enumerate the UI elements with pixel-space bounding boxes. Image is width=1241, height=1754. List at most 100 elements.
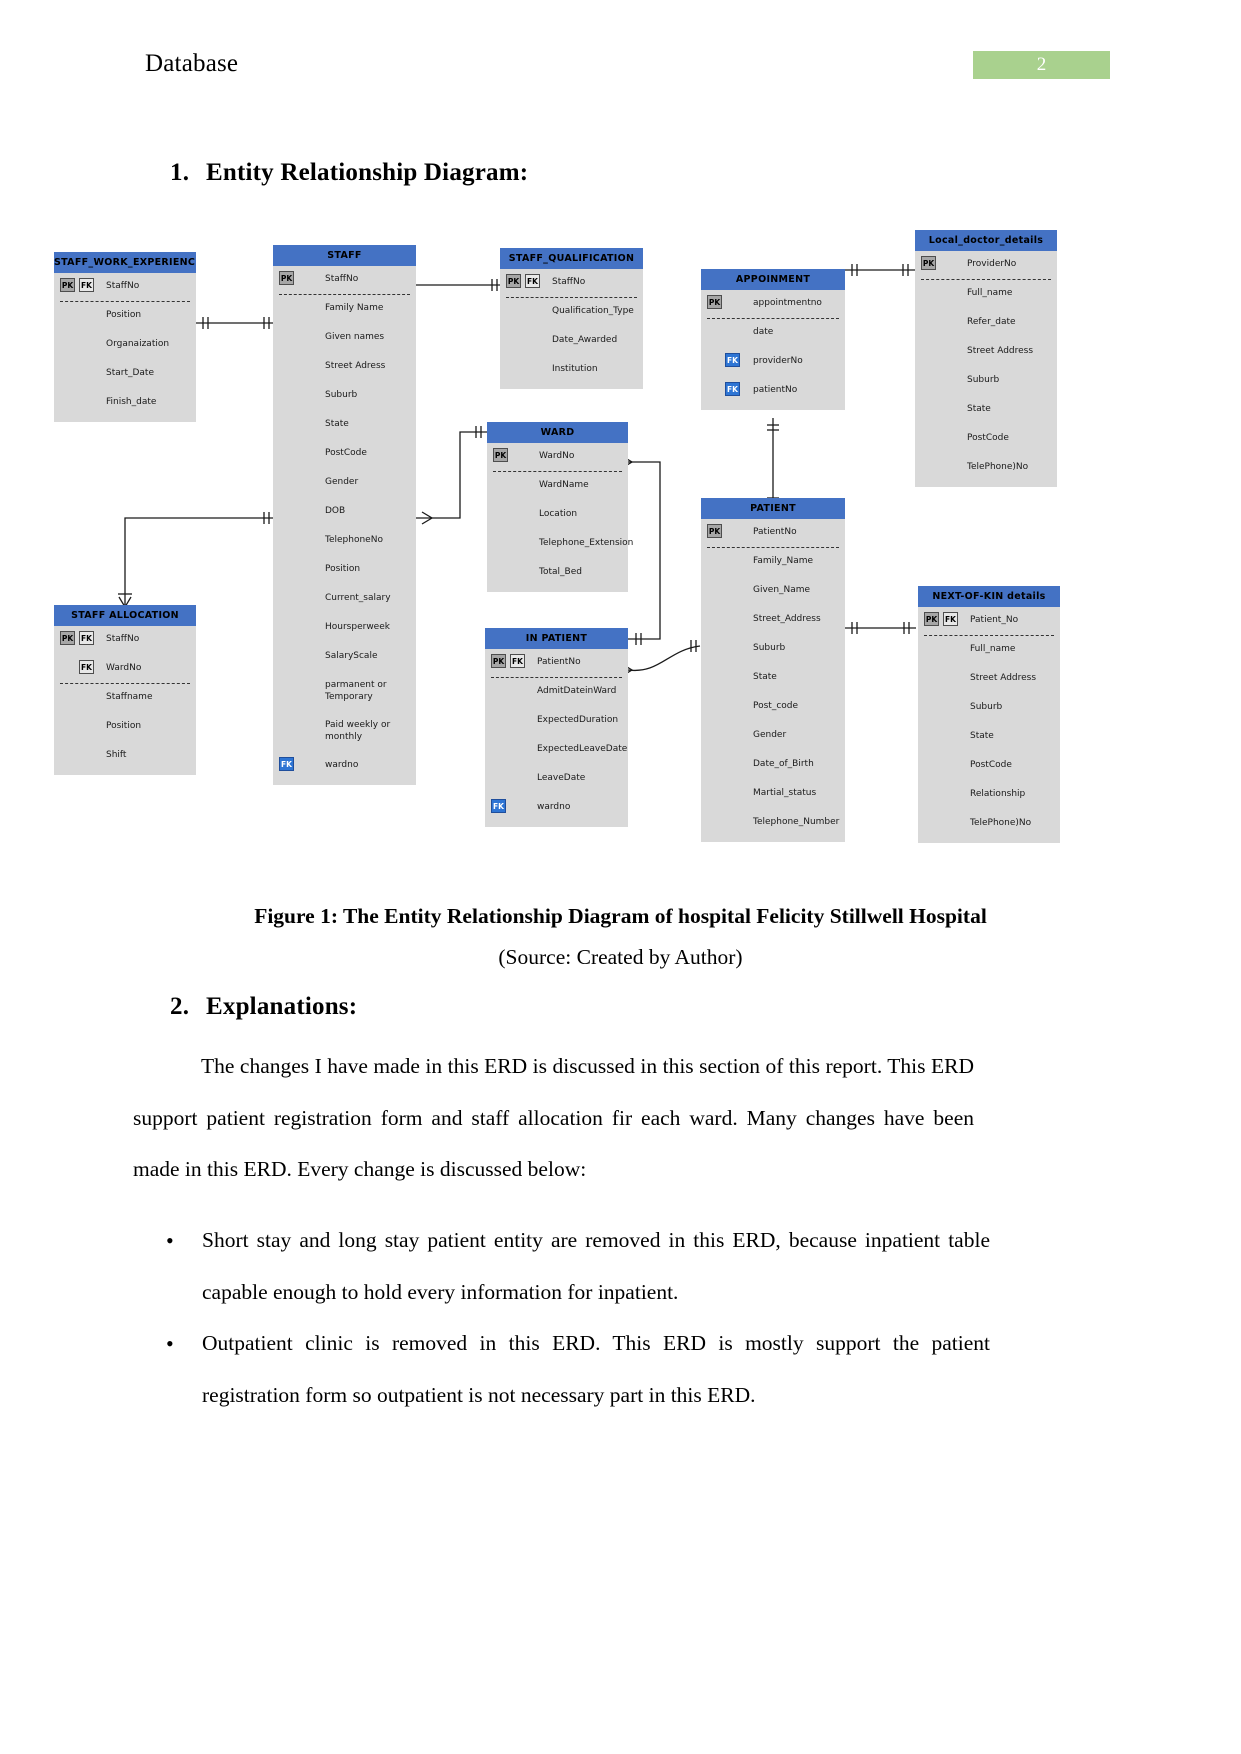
attribute-name: Given_Name [753,585,811,595]
key-badges: FK [725,353,740,367]
entity-title: APPOINMENT [701,269,845,290]
entity-local-doctor-details[interactable]: Local_doctor_details PK ProviderNo Full_… [915,230,1057,487]
attribute-name: TelephoneNo [325,535,383,545]
attribute-name: Finish_date [106,397,157,407]
attribute-row: Institution [500,356,643,385]
attribute-row: Given_Name [701,577,845,606]
attribute-name: TelePhone)No [967,462,1029,472]
attribute-row: PostCode [915,425,1057,454]
entity-staff-work-experience[interactable]: STAFF_WORK_EXPERIENCE PK FK StaffNo Posit… [54,252,196,422]
entity-attributes: PK StaffNo Family Name Given names Stree… [273,266,416,785]
attribute-row: Qualification_Type [500,298,643,327]
entity-title: PATIENT [701,498,845,519]
attribute-name: parmanent or Temporary [325,680,387,702]
entity-staff-qualification[interactable]: STAFF_QUALIFICATION PK FK StaffNo Qualifi… [500,248,643,389]
attribute-row: FK WardNo [54,655,196,684]
attribute-row: Finish_date [54,389,196,418]
pk-badge: PK [506,274,521,288]
attribute-row: Full_name [918,636,1060,665]
attribute-name: Full_name [970,644,1016,654]
entity-next-of-kin-details[interactable]: NEXT-OF-KIN details PK FK Patient_No Full… [918,586,1060,843]
attribute-row: Gender [273,469,416,498]
attribute-row: FK patientNo [701,377,845,406]
key-badges: PK FK [60,631,94,645]
attribute-name: Start_Date [106,368,154,378]
attribute-name: Current_salary [325,593,391,603]
figure-caption: Figure 1: The Entity Relationship Diagra… [254,904,987,928]
attribute-name: Position [106,310,142,320]
entity-patient[interactable]: PATIENT PK PatientNo Family_Name Given_N… [701,498,845,842]
entity-appoinment[interactable]: APPOINMENT PK appointmentno date FK prov… [701,269,845,410]
entity-staff[interactable]: STAFF PK StaffNo Family Name Given names… [273,245,416,785]
attribute-name: Relationship [970,789,1026,799]
fk-badge: FK [510,654,525,668]
attribute-row: Martial_status [701,780,845,809]
attribute-row: Gender [701,722,845,751]
pk-badge: PK [491,654,506,668]
list-item: Outpatient clinic is removed in this ERD… [150,1318,990,1421]
attribute-name: Institution [552,364,598,374]
entity-staff-allocation[interactable]: STAFF ALLOCATION PK FK StaffNo FK WardNo … [54,605,196,775]
attribute-name: DOB [325,506,346,516]
attribute-row: PK WardNo [487,443,628,472]
attribute-row: AdmitDateinWard [485,678,628,707]
attribute-row: Location [487,501,628,530]
key-badges: PK [921,256,936,270]
attribute-row: PK FK StaffNo [54,273,196,302]
attribute-row: PK FK PatientNo [485,649,628,678]
attribute-row: Relationship [918,781,1060,810]
attribute-name: Date_Awarded [552,335,618,345]
attribute-row: Full_name [915,280,1057,309]
fk-badge: FK [725,382,740,396]
attribute-name: Street_Address [753,614,821,624]
entity-attributes: PK FK StaffNo Qualification_Type Date_Awa… [500,269,643,389]
attribute-row: TelePhone)No [918,810,1060,839]
section-2-text: Explanations: [206,993,358,1020]
attribute-row: Telephone_Number [701,809,845,838]
attribute-name: Full_name [967,288,1013,298]
entity-in-patient[interactable]: IN PATIENT PK FK PatientNo AdmitDateinWar… [485,628,628,827]
attribute-row: State [915,396,1057,425]
attribute-name: Hoursperweek [325,622,390,632]
entity-ward[interactable]: WARD PK WardNo WardName Location Telepho… [487,422,633,592]
key-badges: FK [725,382,740,396]
fk-badge: FK [725,353,740,367]
attribute-row: PK appointmentno [701,290,845,319]
attribute-row: PK StaffNo [273,266,416,295]
fk-badge: FK [279,757,294,771]
entity-title: IN PATIENT [485,628,628,649]
attribute-row: Shift [54,742,196,771]
attribute-name: Refer_date [967,317,1016,327]
attribute-name: Suburb [753,643,786,653]
attribute-name: Position [106,721,142,731]
attribute-row: PostCode [918,752,1060,781]
section-heading-1: 1. Entity Relationship Diagram: [170,158,528,188]
pk-badge: PK [921,256,936,270]
attribute-row: FK wardno [485,794,628,823]
entity-attributes: PK WardNo WardName Location Telephone_Ex… [487,443,633,592]
attribute-row: date [701,319,845,348]
pk-badge: PK [60,278,75,292]
attribute-row: Family_Name [701,548,845,577]
pk-badge: PK [924,612,939,626]
explanation-paragraph: The changes I have made in this ERD is d… [133,1054,974,1181]
entity-title: NEXT-OF-KIN details [918,586,1060,607]
entity-title: STAFF [273,245,416,266]
section-1-text: Entity Relationship Diagram: [206,159,529,186]
attribute-row: State [273,411,416,440]
attribute-row: Date_Awarded [500,327,643,356]
attribute-row: State [701,664,845,693]
attribute-name: TelePhone)No [970,818,1032,828]
attribute-row: Refer_date [915,309,1057,338]
section-2-number: 2. [170,993,190,1020]
attribute-row: DOB [273,498,416,527]
attribute-row: Suburb [701,635,845,664]
attribute-name: ExpectedDuration [537,715,619,725]
attribute-row: Current_salary [273,585,416,614]
attribute-row: Suburb [915,367,1057,396]
entity-title: STAFF_WORK_EXPERIENCE [54,252,196,273]
attribute-row: SalaryScale [273,643,416,672]
attribute-row: ExpectedDuration [485,707,628,736]
attribute-row: FK providerNo [701,348,845,377]
attribute-row: Family Name [273,295,416,324]
